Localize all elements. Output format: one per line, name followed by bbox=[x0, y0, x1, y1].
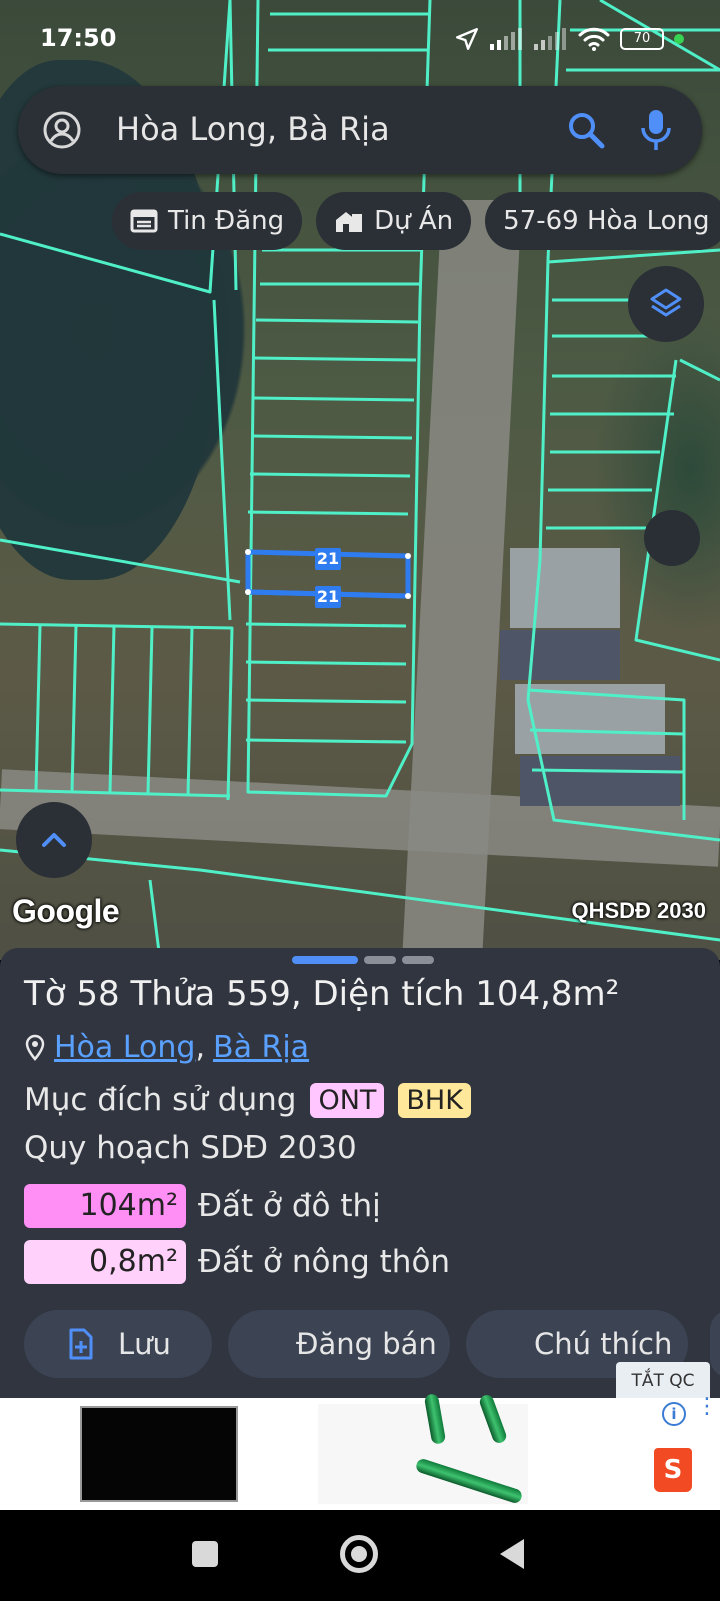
plot-edge-label: 21 bbox=[315, 548, 341, 570]
post-sale-label: Đăng bán bbox=[296, 1327, 437, 1361]
chip-address[interactable]: 57-69 Hòa Long bbox=[485, 192, 720, 250]
location-pin-icon bbox=[25, 1034, 45, 1061]
layers-button[interactable] bbox=[628, 266, 704, 342]
area-value: 0,8m² bbox=[24, 1240, 186, 1284]
page-dot bbox=[292, 956, 358, 964]
chip-tin-dang[interactable]: Tin Đăng bbox=[112, 192, 303, 250]
chip-label: Tin Đăng bbox=[168, 206, 285, 236]
system-nav-bar bbox=[0, 1510, 720, 1601]
area-row: 0,8m² Đất ở nông thôn bbox=[24, 1240, 450, 1284]
layers-icon bbox=[650, 288, 682, 317]
search-input[interactable]: Hòa Long, Bà Rịa bbox=[116, 110, 390, 148]
area-value: 104m² bbox=[24, 1184, 186, 1228]
parcel-location: Hòa Long, Bà Rịa bbox=[24, 1030, 309, 1065]
commune-link[interactable]: Hòa Long bbox=[54, 1030, 195, 1065]
search-bar[interactable]: Hòa Long, Bà Rịa bbox=[18, 86, 702, 174]
building-icon bbox=[336, 212, 363, 232]
wifi-icon bbox=[578, 27, 610, 51]
page-indicator[interactable] bbox=[292, 956, 434, 964]
legend-label: Chú thích bbox=[534, 1327, 673, 1361]
status-bar: 17:50 70 bbox=[0, 0, 720, 80]
land-use-purpose: Mục đích sử dụng ONT BHK bbox=[24, 1082, 471, 1118]
battery-icon: 70 bbox=[620, 28, 664, 50]
chip-label: 57-69 Hòa Long bbox=[503, 206, 710, 236]
action-buttons: Lưu Đăng bán Chú thích bbox=[24, 1310, 688, 1378]
home-button[interactable] bbox=[340, 1535, 378, 1573]
location-separator: , bbox=[195, 1030, 205, 1065]
parcel-info-sheet: Tờ 58 Thửa 559, Diện tích 104,8m² Hòa Lo… bbox=[0, 948, 720, 1400]
signal-icon bbox=[490, 28, 522, 50]
area-label: Đất ở nông thôn bbox=[198, 1244, 451, 1280]
mic-icon[interactable] bbox=[640, 108, 672, 152]
city-link[interactable]: Bà Rịa bbox=[213, 1030, 309, 1065]
clock: 17:50 bbox=[40, 24, 117, 52]
chip-label: Dự Án bbox=[374, 206, 454, 236]
plot-edge-label: 21 bbox=[315, 586, 341, 608]
purpose-label: Mục đích sử dụng bbox=[24, 1082, 297, 1118]
ad-banner[interactable]: i ⋮ S bbox=[0, 1393, 720, 1510]
listing-icon bbox=[130, 209, 158, 233]
layer-label: QHSDĐ 2030 bbox=[571, 898, 706, 923]
plan-label: Quy hoạch SDĐ 2030 bbox=[24, 1130, 357, 1166]
back-button[interactable] bbox=[500, 1539, 524, 1569]
save-label: Lưu bbox=[118, 1327, 171, 1361]
area-row: 104m² Đất ở đô thị bbox=[24, 1184, 381, 1228]
chip-du-an[interactable]: Dự Án bbox=[316, 192, 472, 250]
post-sale-button[interactable]: Đăng bán bbox=[228, 1310, 450, 1378]
expand-up-button[interactable] bbox=[16, 802, 92, 878]
ad-menu-icon[interactable]: ⋮ bbox=[696, 1396, 718, 1418]
ad-info-icon[interactable]: i bbox=[662, 1402, 686, 1426]
location-arrow-icon bbox=[456, 28, 478, 50]
add-file-icon bbox=[69, 1328, 93, 1360]
page-dot bbox=[402, 956, 434, 964]
recents-button[interactable] bbox=[192, 1541, 218, 1567]
ad-product-image[interactable] bbox=[318, 1393, 528, 1505]
status-icons: 70 bbox=[454, 24, 684, 54]
page-dot bbox=[364, 956, 396, 964]
filter-chips: Tin Đăng Dự Án 57-69 Hòa Long bbox=[112, 192, 720, 250]
map-control-button[interactable] bbox=[644, 510, 700, 566]
purpose-tag: ONT bbox=[310, 1082, 385, 1118]
google-logo: Google bbox=[12, 893, 120, 929]
shopee-logo[interactable]: S bbox=[654, 1448, 692, 1492]
parcel-title: Tờ 58 Thửa 559, Diện tích 104,8m² bbox=[24, 974, 620, 1014]
account-icon[interactable] bbox=[42, 110, 82, 150]
privacy-indicator-icon bbox=[674, 34, 684, 44]
save-button[interactable]: Lưu bbox=[24, 1310, 212, 1378]
more-actions-button[interactable] bbox=[710, 1310, 720, 1378]
ad-product-image[interactable] bbox=[80, 1406, 238, 1502]
search-icon[interactable] bbox=[566, 110, 606, 150]
chevron-up-icon bbox=[42, 833, 66, 847]
purpose-tag: BHK bbox=[398, 1082, 471, 1118]
signal-icon bbox=[534, 28, 566, 50]
area-label: Đất ở đô thị bbox=[198, 1188, 381, 1224]
